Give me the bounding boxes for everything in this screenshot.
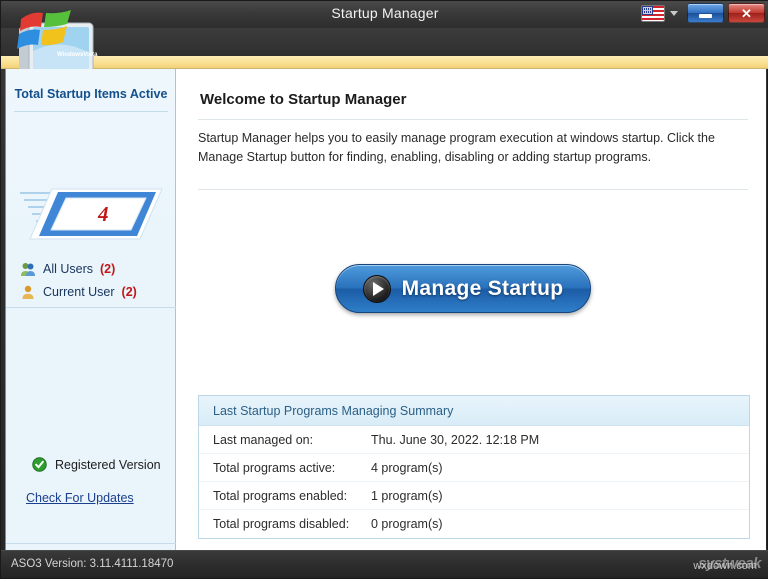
sidebar-item-current-user[interactable]: Current User (2): [20, 284, 137, 300]
language-caret-down-icon[interactable]: [670, 11, 678, 16]
sidebar-current-user-label: Current User: [43, 285, 115, 299]
sidebar-divider-top: [14, 111, 168, 112]
sidebar-divider-bottom: [6, 543, 176, 544]
summary-value: Thu. June 30, 2022. 12:18 PM: [371, 433, 539, 447]
intro-paragraph: Startup Manager helps you to easily mana…: [198, 129, 750, 168]
summary-panel: Last Startup Programs Managing Summary L…: [198, 395, 750, 539]
status-bar: ASO3 Version: 3.11.4111.18470 systweak w…: [1, 550, 768, 578]
summary-row: Last managed on: Thu. June 30, 2022. 12:…: [199, 426, 749, 454]
gold-accent-strip: [1, 56, 768, 69]
minimize-icon: [699, 14, 712, 18]
us-flag-icon[interactable]: [641, 5, 665, 22]
content-area: Total Startup Items Active 4: [5, 69, 765, 552]
sidebar-current-user-count: (2): [122, 285, 137, 299]
startup-count-badge: 4: [18, 181, 164, 247]
check-for-updates-link[interactable]: Check For Updates: [26, 491, 134, 505]
close-icon: ✕: [741, 7, 752, 20]
sidebar-divider-mid: [6, 307, 176, 308]
summary-value: 1 program(s): [371, 489, 443, 503]
green-check-icon: [32, 457, 47, 472]
summary-key: Total programs enabled:: [199, 489, 371, 503]
registered-version-status: Registered Version: [32, 457, 161, 472]
svg-text:WindowsVista: WindowsVista: [57, 52, 98, 58]
page-title: Welcome to Startup Manager: [200, 91, 406, 108]
manage-startup-button-label: Manage Startup: [402, 277, 564, 301]
sidebar-item-all-users[interactable]: All Users (2): [20, 261, 115, 277]
summary-value: 4 program(s): [371, 461, 443, 475]
main-panel: Welcome to Startup Manager Startup Manag…: [176, 69, 766, 552]
summary-heading: Last Startup Programs Managing Summary: [199, 396, 749, 426]
version-label: ASO3 Version: 3.11.4111.18470: [11, 558, 173, 570]
watermark-sub: wxdown.com: [693, 560, 757, 572]
registered-version-label: Registered Version: [55, 458, 161, 472]
play-triangle: [373, 282, 384, 296]
title-bar-controls: ✕: [641, 3, 765, 23]
summary-value: 0 program(s): [371, 517, 443, 531]
summary-key: Total programs active:: [199, 461, 371, 475]
summary-row: Total programs disabled: 0 program(s): [199, 510, 749, 538]
main-divider-bottom: [198, 189, 748, 190]
close-button[interactable]: ✕: [728, 3, 765, 23]
play-circle-icon: [363, 275, 391, 303]
main-divider-top: [198, 119, 748, 120]
title-bar: Startup Manager ✕: [1, 1, 768, 28]
manage-startup-button[interactable]: Manage Startup: [335, 264, 591, 313]
summary-row: Total programs active: 4 program(s): [199, 454, 749, 482]
summary-key: Total programs disabled:: [199, 517, 371, 531]
summary-key: Last managed on:: [199, 433, 371, 447]
all-users-icon: [20, 261, 36, 277]
startup-count-value: 4: [97, 202, 109, 226]
app-window: Startup Manager ✕ aso Home Manage Startu…: [0, 0, 768, 579]
current-user-icon: [20, 284, 36, 300]
sidebar-all-users-count: (2): [100, 262, 115, 276]
minimize-button[interactable]: [687, 3, 724, 23]
sidebar-all-users-label: All Users: [43, 262, 93, 276]
flag-canton: [642, 6, 653, 15]
summary-row: Total programs enabled: 1 program(s): [199, 482, 749, 510]
sidebar: Total Startup Items Active 4: [6, 69, 176, 552]
sidebar-title: Total Startup Items Active: [6, 87, 176, 101]
